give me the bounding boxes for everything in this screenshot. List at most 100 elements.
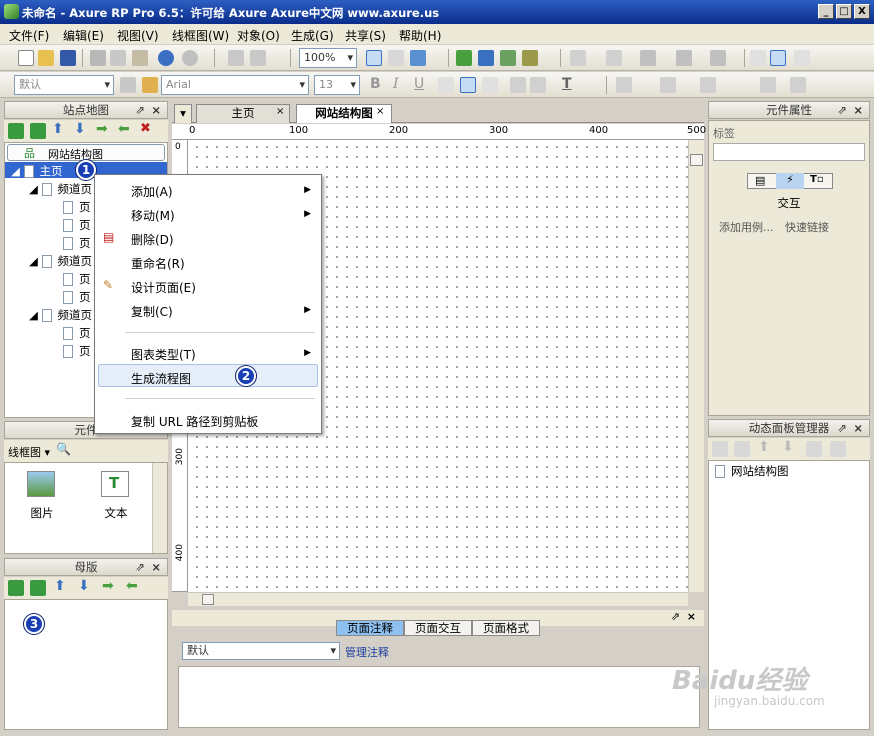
tree-item-channel-3[interactable]: ◢ 频道页 (29, 307, 92, 323)
menu-share[interactable]: 共享(S) (345, 27, 386, 44)
menu-item-move[interactable]: 移动(M) (131, 207, 175, 224)
font-color-button[interactable]: T (562, 76, 572, 92)
delete-page-icon[interactable]: ✖ (140, 121, 151, 136)
zoom-select[interactable]: 100% (299, 48, 357, 68)
text-align-right-icon[interactable] (482, 77, 498, 93)
add-child-icon[interactable] (30, 123, 46, 139)
tree-item-channel-1[interactable]: ◢ 频道页 (29, 181, 92, 197)
notes-textarea[interactable] (178, 666, 700, 728)
menu-item-design-page[interactable]: 设计页面(E) (131, 279, 196, 296)
link-icon[interactable] (530, 77, 546, 93)
style-select[interactable]: 默认 (14, 75, 114, 95)
close-icon[interactable]: × (276, 106, 284, 117)
pointer-mode-icon[interactable] (366, 50, 382, 66)
menu-item-delete[interactable]: 删除(D) (131, 231, 174, 248)
add-master-icon[interactable] (8, 580, 24, 596)
lock-icon[interactable] (760, 77, 776, 93)
send-back-icon[interactable] (522, 50, 538, 66)
menu-object[interactable]: 对象(O) (237, 27, 280, 44)
add-page-icon[interactable] (8, 123, 24, 139)
menu-view[interactable]: 视图(V) (117, 27, 159, 44)
tab-page-formatting[interactable]: 页面格式 (472, 620, 540, 636)
close-icon[interactable]: × (853, 102, 863, 118)
text-align-center-icon[interactable] (460, 77, 476, 93)
move-down-icon[interactable]: ⬇ (74, 121, 86, 137)
select-icon[interactable] (250, 50, 266, 66)
menu-help[interactable]: 帮助(H) (399, 27, 441, 44)
copy-icon[interactable] (110, 50, 126, 66)
dynamic-panel-item[interactable]: 网站结构图 (715, 463, 789, 479)
style-editor-icon[interactable] (120, 77, 136, 93)
indent-icon[interactable]: ➡ (102, 578, 114, 594)
align-right-panel-icon[interactable] (794, 50, 810, 66)
pin-icon[interactable]: ⇗ (837, 420, 847, 436)
font-select[interactable]: Arial (161, 75, 309, 95)
line-style-icon[interactable] (676, 50, 692, 66)
duplicate-state-icon[interactable] (734, 441, 750, 457)
add-case-link[interactable]: 添加用例... (719, 219, 774, 235)
align-left-panel-icon[interactable] (750, 50, 766, 66)
label-input[interactable] (713, 143, 865, 161)
widgets-scrollbar[interactable] (152, 463, 167, 553)
open-icon[interactable] (38, 50, 54, 66)
new-icon[interactable] (18, 50, 34, 66)
interaction-tab-icon[interactable]: ⚡ (776, 173, 804, 189)
notes-select[interactable]: 默认 (182, 642, 340, 660)
text-align-left-icon[interactable] (438, 77, 454, 93)
minimize-button[interactable]: _ (818, 4, 834, 19)
format-painter-icon[interactable] (228, 50, 244, 66)
move-up-icon[interactable]: ⬆ (54, 578, 66, 594)
close-icon[interactable]: × (376, 106, 384, 117)
tree-item-page[interactable]: 页 (63, 325, 91, 341)
move-up-icon[interactable]: ⬆ (758, 439, 770, 455)
menu-generate[interactable]: 生成(G) (291, 27, 334, 44)
text-widget-icon[interactable]: T (101, 471, 129, 497)
indent-icon[interactable]: ➡ (96, 121, 108, 137)
pin-icon[interactable]: ⇗ (135, 559, 145, 575)
tab-page-interactions[interactable]: 页面交互 (404, 620, 472, 636)
bullet-icon[interactable] (510, 77, 526, 93)
font-size-select[interactable]: 13 (314, 75, 360, 95)
sitemap-root[interactable]: 品 网站结构图 (7, 144, 165, 161)
undo-icon[interactable] (158, 50, 174, 66)
menu-item-copy-url[interactable]: 复制 URL 路径到剪贴板 (131, 413, 258, 430)
tree-item-channel-2[interactable]: ◢ 频道页 (29, 253, 92, 269)
menu-item-rename[interactable]: 重命名(R) (131, 255, 185, 272)
tree-item-page[interactable]: 页 (63, 217, 91, 233)
format-tab-icon[interactable]: T▫ (810, 174, 824, 185)
tree-item-home[interactable]: ◢ 主页 (11, 163, 63, 179)
menu-item-generate-flowchart[interactable]: 生成流程图 (131, 370, 191, 387)
cut-icon[interactable] (90, 50, 106, 66)
close-icon[interactable]: × (151, 102, 161, 118)
library-select[interactable]: 线框图 ▾ (8, 444, 50, 460)
search-icon[interactable]: 🔍 (56, 442, 71, 456)
tab-list-dropdown[interactable]: ▾ (174, 104, 192, 123)
pin-icon[interactable]: ⇗ (837, 102, 847, 118)
canvas-hscrollbar[interactable] (188, 592, 688, 606)
menu-edit[interactable]: 编辑(E) (63, 27, 104, 44)
maximize-button[interactable]: □ (836, 4, 852, 19)
add-state-icon[interactable] (712, 441, 728, 457)
close-icon[interactable]: × (151, 559, 161, 575)
move-down-icon[interactable]: ⬇ (78, 578, 90, 594)
unlock-icon[interactable] (790, 77, 806, 93)
tab-page-notes[interactable]: 页面注释 (336, 620, 404, 636)
close-icon[interactable]: × (853, 420, 863, 436)
paste-icon[interactable] (132, 50, 148, 66)
flow-connector-icon[interactable] (410, 50, 426, 66)
notes-tab-icon[interactable]: ▤ (755, 174, 765, 187)
menu-item-diagram-type[interactable]: 图表类型(T) (131, 346, 196, 363)
image-widget-icon[interactable] (27, 471, 55, 497)
outdent-icon[interactable]: ⬅ (118, 121, 130, 137)
bring-front-icon[interactable] (500, 50, 516, 66)
arrow-style-icon[interactable] (710, 50, 726, 66)
quick-link[interactable]: 快速链接 (785, 219, 829, 235)
underline-button[interactable]: U (414, 76, 424, 92)
tree-item-page[interactable]: 页 (63, 271, 91, 287)
paint-brush-icon[interactable] (142, 77, 158, 93)
menu-wireframe[interactable]: 线框图(W) (172, 27, 229, 44)
bold-button[interactable]: B (370, 76, 381, 92)
group-icon[interactable] (456, 50, 472, 66)
add-folder-icon[interactable] (30, 580, 46, 596)
close-icon[interactable]: × (687, 610, 696, 623)
